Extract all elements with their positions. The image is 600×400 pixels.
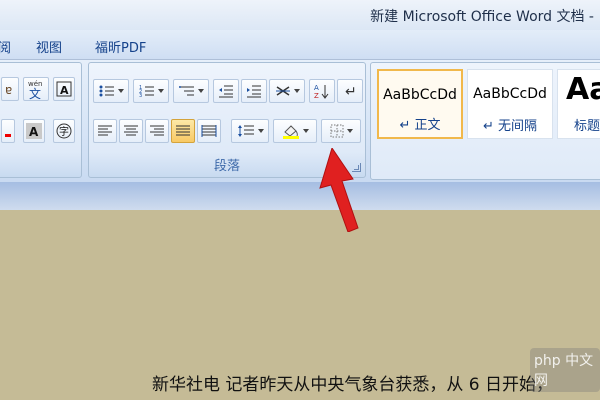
char-border-button[interactable]: A: [53, 77, 75, 101]
paragraph-mark-icon: ↵: [399, 118, 415, 133]
style-normal-name: ↵ 正文: [379, 114, 461, 133]
menu-review[interactable]: 阅: [0, 37, 11, 56]
svg-text:ɐ: ɐ: [5, 83, 12, 96]
style-normal[interactable]: AaBbCcDd ↵ 正文: [377, 69, 463, 139]
asian-layout-button[interactable]: [269, 79, 305, 103]
borders-button[interactable]: [321, 119, 361, 143]
ruler-band: [0, 182, 600, 210]
svg-text:A: A: [314, 84, 319, 92]
menu-bar: 阅 视图 福昕PDF: [0, 30, 600, 60]
show-marks-button[interactable]: ↵: [337, 79, 363, 103]
chevron-down-icon: [302, 129, 309, 133]
menu-view[interactable]: 视图: [36, 37, 62, 56]
increase-indent-button[interactable]: [241, 79, 267, 103]
bullets-button[interactable]: [93, 79, 129, 103]
window-title: 新建 Microsoft Office Word 文档 -: [370, 9, 594, 25]
svg-text:字: 字: [59, 125, 69, 138]
chevron-down-icon: [257, 129, 264, 133]
style-heading-sample: Aa: [566, 72, 600, 107]
align-right-button[interactable]: [145, 119, 169, 143]
styles-gallery: AaBbCcDd ↵ 正文 AaBbCcDd ↵ 无间隔 Aa 标题: [370, 62, 600, 180]
align-center-button[interactable]: [119, 119, 143, 143]
svg-text:A: A: [29, 125, 39, 139]
svg-text:Z: Z: [314, 92, 319, 99]
style-heading[interactable]: Aa 标题: [557, 69, 600, 139]
phonetic-guide-icon[interactable]: wén 文: [23, 77, 49, 101]
style-no-spacing-label: 无间隔: [498, 119, 538, 134]
chevron-down-icon: [117, 89, 124, 93]
style-normal-sample: AaBbCcDd: [383, 87, 457, 103]
decrease-indent-button[interactable]: [213, 79, 239, 103]
chevron-down-icon: [197, 89, 204, 93]
style-no-spacing-sample: AaBbCcDd: [473, 86, 547, 102]
paragraph-mark-icon: ↵: [482, 119, 498, 134]
char-shading-a-button[interactable]: A: [23, 119, 45, 143]
justify-button[interactable]: [171, 119, 195, 143]
style-normal-label: 正文: [414, 118, 441, 133]
ribbon: ɐ wén 文 A A 字 123 A Z ↵ 段落 AaBbCcDd ↵ 正文…: [0, 60, 600, 182]
chevron-down-icon: [293, 89, 300, 93]
menu-foxit-pdf[interactable]: 福昕PDF: [95, 37, 146, 56]
svg-text:↵: ↵: [345, 84, 357, 99]
title-bar: 新建 Microsoft Office Word 文档 -: [0, 0, 600, 30]
sort-button[interactable]: AZ: [309, 79, 335, 103]
enclosed-char-button[interactable]: 字: [53, 119, 75, 143]
shading-button[interactable]: [273, 119, 317, 143]
red-arrow-icon: [319, 148, 359, 232]
multilevel-list-button[interactable]: [173, 79, 209, 103]
style-no-spacing-name: ↵ 无间隔: [468, 115, 552, 134]
document-body-text[interactable]: 新华社电 记者昨天从中央气象台获悉，从 6 日开始，: [152, 370, 553, 395]
font-color-red-icon[interactable]: [1, 119, 15, 143]
watermark-logo: php 中文网: [530, 348, 600, 392]
svg-text:3: 3: [139, 93, 142, 98]
char-shading-button[interactable]: ɐ: [1, 77, 19, 101]
font-group: ɐ wén 文 A A 字: [0, 62, 82, 178]
line-spacing-button[interactable]: [231, 119, 269, 143]
svg-text:A: A: [60, 84, 69, 97]
chevron-down-icon: [346, 129, 353, 133]
style-heading-name: 标题: [574, 119, 600, 134]
numbering-button[interactable]: 123: [133, 79, 169, 103]
svg-text:文: 文: [29, 86, 41, 100]
chevron-down-icon: [157, 89, 164, 93]
distributed-button[interactable]: [197, 119, 221, 143]
align-left-button[interactable]: [93, 119, 117, 143]
style-no-spacing[interactable]: AaBbCcDd ↵ 无间隔: [467, 69, 553, 139]
